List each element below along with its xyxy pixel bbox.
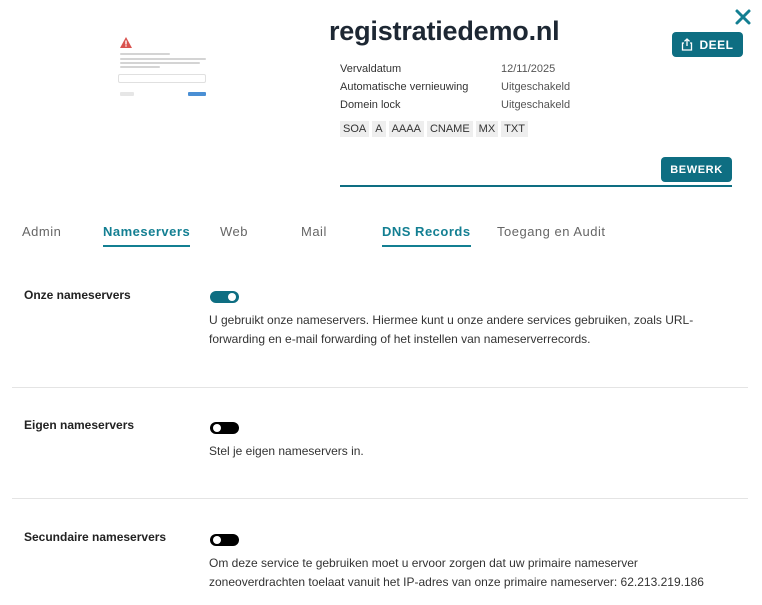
tab-mail[interactable]: Mail [301, 224, 327, 245]
info-key: Automatische vernieuwing [340, 81, 469, 93]
toggle-knob [213, 536, 221, 544]
section-description: U gebruikt onze nameservers. Hiermee kun… [209, 313, 694, 346]
record-tag: TXT [501, 121, 528, 137]
section-title-secondary-ns: Secundaire nameservers [24, 530, 167, 544]
record-tag: SOA [340, 121, 370, 137]
tab-admin[interactable]: Admin [22, 224, 61, 245]
record-tag: MX [475, 121, 499, 137]
close-button[interactable] [732, 6, 754, 28]
info-value: Uitgeschakeld [501, 99, 571, 111]
record-tag: AAAA [388, 121, 424, 137]
toggle-knob [213, 424, 221, 432]
tab-web[interactable]: Web [220, 224, 248, 245]
info-key: Vervaldatum [340, 63, 402, 75]
toggle-our-nameservers[interactable] [210, 291, 239, 303]
close-icon [735, 9, 751, 25]
tab-nameservers[interactable]: Nameservers [103, 224, 191, 247]
section-title-own-ns: Onze nameservers [24, 288, 131, 302]
info-value: Uitgeschakeld [501, 81, 571, 93]
section-divider [12, 498, 748, 499]
section-title-custom-ns: Eigen nameservers [24, 418, 135, 432]
edit-button[interactable]: BEWERK [661, 157, 732, 182]
section-description: Stel je eigen nameservers in. [209, 444, 364, 458]
record-tag: A [372, 121, 386, 137]
toggle-secondary-nameservers[interactable] [210, 534, 239, 546]
domain-title: registratiedemo.nl [329, 16, 560, 46]
record-type-tags: SOA A AAAA CNAME MX TXT [340, 121, 528, 137]
section-description: Om deze service te gebruiken moet u ervo… [209, 556, 704, 589]
toggle-knob [228, 293, 236, 301]
tab-dns-records[interactable]: DNS Records [382, 224, 471, 247]
info-row-domain-lock: Domein lock Uitgeschakeld [340, 96, 570, 114]
info-row-expiry: Vervaldatum 12/11/2025 [340, 60, 570, 78]
header-divider [340, 185, 732, 187]
section-divider [12, 387, 748, 388]
info-row-auto-renew: Automatische vernieuwing Uitgeschakeld [340, 78, 570, 96]
site-preview-thumbnail [110, 30, 220, 105]
share-button[interactable]: DEEL [672, 32, 743, 57]
info-value: 12/11/2025 [501, 63, 556, 75]
info-key: Domein lock [340, 99, 401, 111]
share-icon [682, 38, 693, 51]
toggle-custom-nameservers[interactable] [210, 422, 239, 434]
warning-icon [120, 37, 132, 48]
tab-access-audit[interactable]: Toegang en Audit [497, 224, 605, 245]
record-tag: CNAME [426, 121, 473, 137]
share-button-label: DEEL [699, 37, 734, 52]
domain-info: Vervaldatum 12/11/2025 Automatische vern… [340, 60, 570, 114]
